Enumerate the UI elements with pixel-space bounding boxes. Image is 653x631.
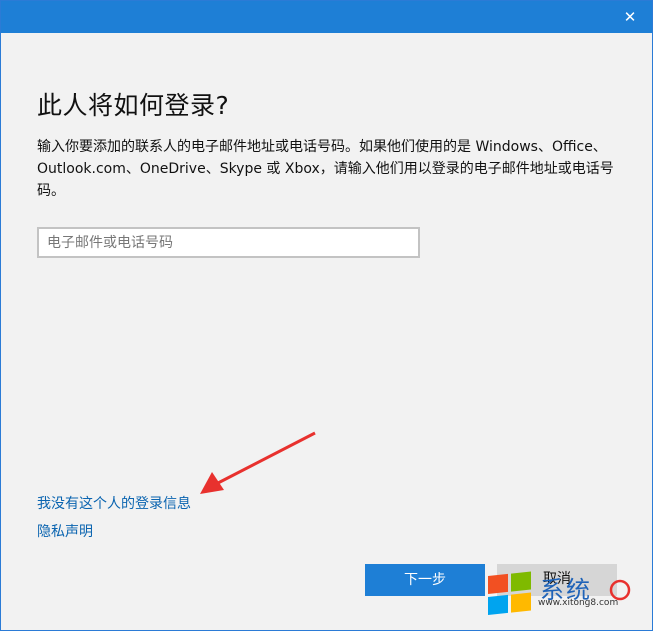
- no-signin-info-link[interactable]: 我没有这个人的登录信息: [37, 493, 191, 513]
- title-bar: ✕: [1, 1, 652, 33]
- close-button[interactable]: ✕: [620, 7, 640, 27]
- next-button[interactable]: 下一步: [365, 564, 485, 596]
- watermark-url: www.xitong8.com: [538, 598, 619, 608]
- red-arrow-annotation: [200, 431, 316, 494]
- email-or-phone-input[interactable]: [37, 227, 420, 258]
- instructions-text: 输入你要添加的联系人的电子邮件地址或电话号码。如果他们使用的是 Windows、…: [37, 139, 614, 199]
- page-title: 此人将如何登录?: [37, 91, 230, 120]
- close-icon: ✕: [623, 8, 637, 26]
- privacy-statement-link[interactable]: 隐私声明: [37, 521, 93, 541]
